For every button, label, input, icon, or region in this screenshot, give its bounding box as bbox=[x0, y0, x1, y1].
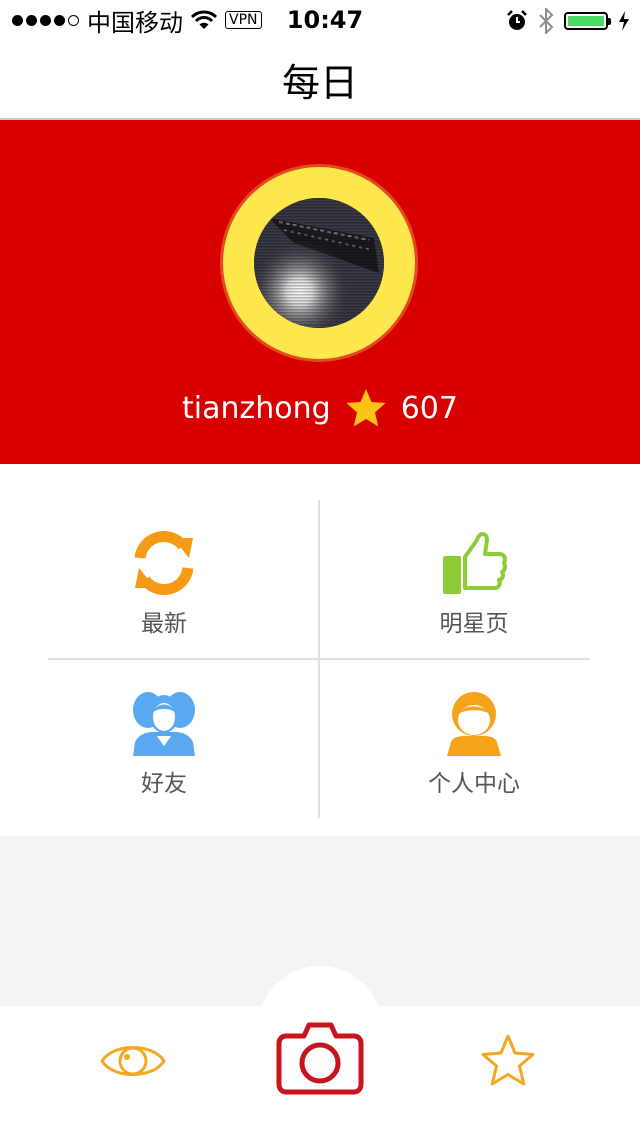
status-bar: 中国移动 VPN 10:47 bbox=[0, 0, 640, 40]
user-score: 607 bbox=[400, 390, 458, 426]
star-icon bbox=[346, 389, 386, 427]
avatar[interactable] bbox=[254, 198, 384, 328]
user-info: tianzhong 607 bbox=[0, 388, 640, 428]
eye-icon bbox=[100, 1046, 166, 1076]
menu-item-friends[interactable]: 好友 bbox=[29, 690, 299, 840]
menu-item-stars[interactable]: 明星页 bbox=[339, 530, 609, 680]
navigation-bar: 每日 bbox=[0, 40, 640, 120]
person-icon bbox=[447, 692, 501, 756]
alarm-icon bbox=[507, 10, 527, 30]
battery-icon bbox=[564, 12, 611, 30]
camera-button[interactable] bbox=[274, 1018, 366, 1098]
menu-label-stars: 明星页 bbox=[439, 611, 509, 637]
status-right bbox=[506, 8, 630, 34]
refresh-icon bbox=[134, 531, 194, 595]
bluetooth-icon bbox=[539, 8, 554, 34]
menu-label-latest: 最新 bbox=[141, 611, 187, 637]
camera-icon bbox=[276, 1022, 364, 1095]
tab-browse[interactable] bbox=[96, 1034, 170, 1088]
menu-label-friends: 好友 bbox=[141, 771, 187, 797]
avatar-photo bbox=[254, 198, 384, 328]
battery-fill bbox=[568, 16, 604, 26]
charging-icon bbox=[619, 11, 629, 31]
page-title: 每日 bbox=[281, 61, 358, 105]
profile-header: tianzhong 607 bbox=[0, 120, 640, 464]
thumbs-up-icon bbox=[443, 532, 507, 594]
menu-grid: 最新 明星页 好友 个人中心 bbox=[0, 464, 640, 836]
tab-favorites[interactable] bbox=[478, 1030, 538, 1090]
username: tianzhong bbox=[182, 390, 331, 426]
menu-item-personal[interactable]: 个人中心 bbox=[339, 690, 609, 840]
menu-item-latest[interactable]: 最新 bbox=[29, 530, 299, 680]
menu-label-personal: 个人中心 bbox=[428, 771, 520, 797]
star-outline-icon bbox=[481, 1034, 535, 1086]
friends-icon bbox=[133, 692, 195, 756]
avatar-ring[interactable] bbox=[220, 164, 418, 362]
